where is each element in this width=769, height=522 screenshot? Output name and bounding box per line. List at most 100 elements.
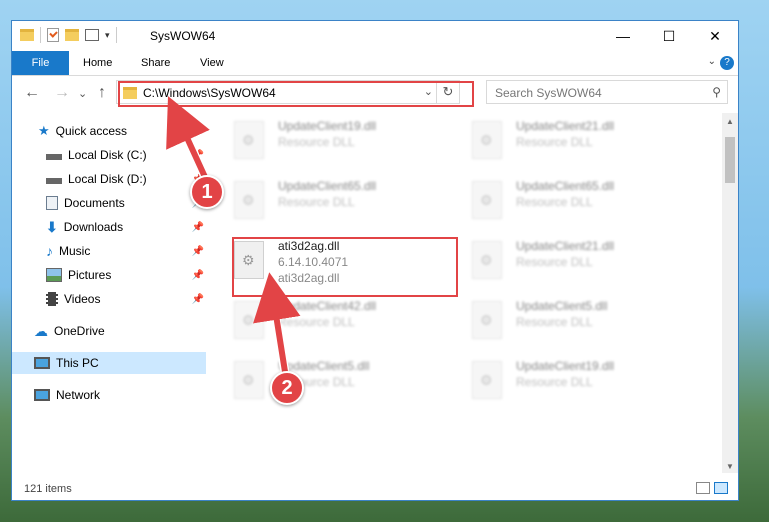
file-name: UpdateClient65.dll (516, 179, 615, 193)
step-marker-1: 1 (190, 175, 224, 209)
file-list: UpdateClient19.dll Resource DLL UpdateCl… (226, 113, 726, 473)
tab-file[interactable]: File (12, 51, 69, 75)
navigation-pane: ★ Quick access Local Disk (C:) 📌 Local D… (12, 117, 206, 477)
file-highlight-box (232, 237, 458, 297)
file-type: Resource DLL (516, 135, 593, 149)
file-item[interactable]: UpdateClient5.dll Resource DLL (226, 353, 446, 407)
pin-icon[interactable]: 📌 (192, 150, 204, 161)
view-options-icon[interactable] (85, 29, 99, 41)
scroll-up-icon[interactable]: ▲ (726, 117, 734, 126)
file-type: Resource DLL (278, 195, 355, 209)
sidebar-item-label: OneDrive (54, 324, 105, 338)
dll-file-icon (472, 241, 502, 279)
sidebar-item-network[interactable]: Network (12, 384, 206, 406)
file-item[interactable]: UpdateClient21.dll Resource DLL (464, 113, 684, 167)
window-title: SysWOW64 (150, 29, 216, 43)
up-button[interactable]: ↑ (98, 84, 106, 102)
download-icon: ⬇ (46, 218, 58, 235)
help-icon[interactable]: ? (720, 56, 734, 70)
back-button[interactable]: ← (24, 84, 40, 102)
item-count: 121 items (24, 483, 72, 495)
scroll-down-icon[interactable]: ▼ (726, 462, 734, 471)
sidebar-item-videos[interactable]: Videos 📌 (12, 288, 206, 310)
pin-icon[interactable]: 📌 (192, 246, 204, 257)
videos-icon (46, 292, 58, 306)
file-item[interactable]: UpdateClient21.dll Resource DLL (464, 233, 684, 287)
drive-icon (46, 154, 62, 160)
cloud-icon: ☁ (34, 322, 48, 339)
dll-file-icon (234, 121, 264, 159)
quick-access-toolbar: ▾ (20, 27, 117, 43)
tab-home[interactable]: Home (83, 51, 112, 75)
forward-button[interactable]: → (54, 84, 70, 102)
sidebar-item-label: Documents (64, 196, 125, 210)
music-icon: ♪ (46, 243, 53, 259)
file-type: Resource DLL (278, 315, 355, 329)
pin-icon[interactable]: 📌 (192, 294, 204, 305)
sidebar-item-this-pc[interactable]: This PC (12, 352, 206, 374)
file-item[interactable]: UpdateClient65.dll Resource DLL (464, 173, 684, 227)
sidebar-item-quick-access[interactable]: ★ Quick access (12, 120, 206, 142)
properties-check-icon[interactable] (47, 28, 59, 42)
toolbar-divider (40, 27, 41, 43)
minimize-button[interactable]: — (600, 21, 646, 51)
file-name: UpdateClient19.dll (278, 119, 377, 133)
close-button[interactable]: ✕ (692, 21, 738, 51)
file-type: Resource DLL (516, 315, 593, 329)
sidebar-item-local-disk-c[interactable]: Local Disk (C:) 📌 (12, 144, 206, 166)
new-folder-icon[interactable] (65, 29, 79, 41)
sidebar-item-music[interactable]: ♪ Music 📌 (12, 240, 206, 262)
dll-file-icon (472, 181, 502, 219)
file-item[interactable]: UpdateClient19.dll Resource DLL (226, 113, 446, 167)
sidebar-item-pictures[interactable]: Pictures 📌 (12, 264, 206, 286)
sidebar-item-downloads[interactable]: ⬇ Downloads 📌 (12, 216, 206, 238)
recent-locations-button[interactable]: ⌄ (78, 87, 87, 100)
file-name: UpdateClient19.dll (516, 359, 615, 373)
dll-file-icon (234, 181, 264, 219)
tab-share[interactable]: Share (141, 51, 170, 75)
file-item[interactable]: UpdateClient5.dll Resource DLL (464, 293, 684, 347)
sidebar-item-onedrive[interactable]: ☁ OneDrive (12, 320, 206, 342)
sidebar-item-label: Downloads (63, 220, 124, 234)
sidebar-item-documents[interactable]: Documents 📌 (12, 192, 206, 214)
dll-file-icon (472, 121, 502, 159)
vertical-scrollbar[interactable]: ▲ ▼ (722, 113, 738, 473)
file-item[interactable]: UpdateClient19.dll Resource DLL (464, 353, 684, 407)
window-controls: — ☐ ✕ (600, 21, 738, 51)
sidebar-item-local-disk-d[interactable]: Local Disk (D:) 📌 (12, 168, 206, 190)
sidebar-item-label: Local Disk (D:) (68, 172, 147, 186)
sidebar-item-label: Pictures (68, 268, 112, 282)
network-icon (34, 389, 50, 401)
file-name: UpdateClient21.dll (516, 239, 615, 253)
scrollbar-thumb[interactable] (725, 137, 735, 183)
search-box[interactable]: Search SysWOW64 ⚲ (486, 80, 728, 104)
sidebar-item-label: This PC (56, 356, 99, 370)
sidebar-item-label: Music (59, 244, 91, 258)
pin-icon[interactable]: 📌 (192, 270, 204, 281)
dll-file-icon (234, 361, 264, 399)
ribbon-tabs: File Home Share View ⌄ ? (12, 51, 738, 76)
title-bar: ▾ SysWOW64 — ☐ ✕ (12, 21, 738, 51)
details-view-icon[interactable] (696, 482, 710, 494)
file-type: Resource DLL (516, 195, 593, 209)
file-name: UpdateClient42.dll (278, 299, 377, 313)
tab-view[interactable]: View (200, 51, 224, 75)
sidebar-item-label: Network (56, 388, 101, 402)
large-icons-view-icon[interactable] (714, 482, 728, 494)
file-item[interactable]: UpdateClient65.dll Resource DLL (226, 173, 446, 227)
search-placeholder: Search SysWOW64 (495, 86, 602, 100)
pictures-icon (46, 268, 62, 282)
maximize-button[interactable]: ☐ (646, 21, 692, 51)
quick-access-dropdown-icon[interactable]: ▾ (105, 30, 110, 41)
search-icon[interactable]: ⚲ (712, 85, 721, 99)
pin-icon[interactable]: 📌 (192, 222, 204, 233)
drive-icon (46, 178, 62, 184)
file-item[interactable]: UpdateClient42.dll Resource DLL (226, 293, 446, 347)
dll-file-icon (472, 301, 502, 339)
toolbar-divider (115, 27, 117, 43)
file-name: UpdateClient21.dll (516, 119, 615, 133)
ribbon-expand-icon[interactable]: ⌄ (708, 56, 716, 67)
file-type: Resource DLL (516, 255, 593, 269)
dll-file-icon (472, 361, 502, 399)
sidebar-item-label: Videos (64, 292, 101, 306)
